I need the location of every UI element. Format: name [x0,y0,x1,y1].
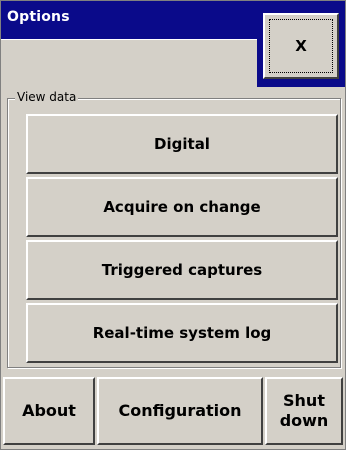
digital-button[interactable]: Digital [26,114,338,174]
window-title: Options [7,9,70,25]
about-button[interactable]: About [3,377,95,445]
close-button-label: X [295,37,307,55]
triggered-captures-button[interactable]: Triggered captures [26,240,338,300]
configuration-button[interactable]: Configuration [97,377,263,445]
shutdown-button[interactable]: Shut down [265,377,343,445]
title-underlay [1,39,257,88]
close-button[interactable]: X [263,13,339,79]
acquire-on-change-button[interactable]: Acquire on change [26,177,338,237]
options-window: Options X View data Digital Acquire on c… [0,0,346,450]
view-data-group-label: View data [15,90,79,104]
real-time-system-log-button[interactable]: Real-time system log [26,303,338,363]
